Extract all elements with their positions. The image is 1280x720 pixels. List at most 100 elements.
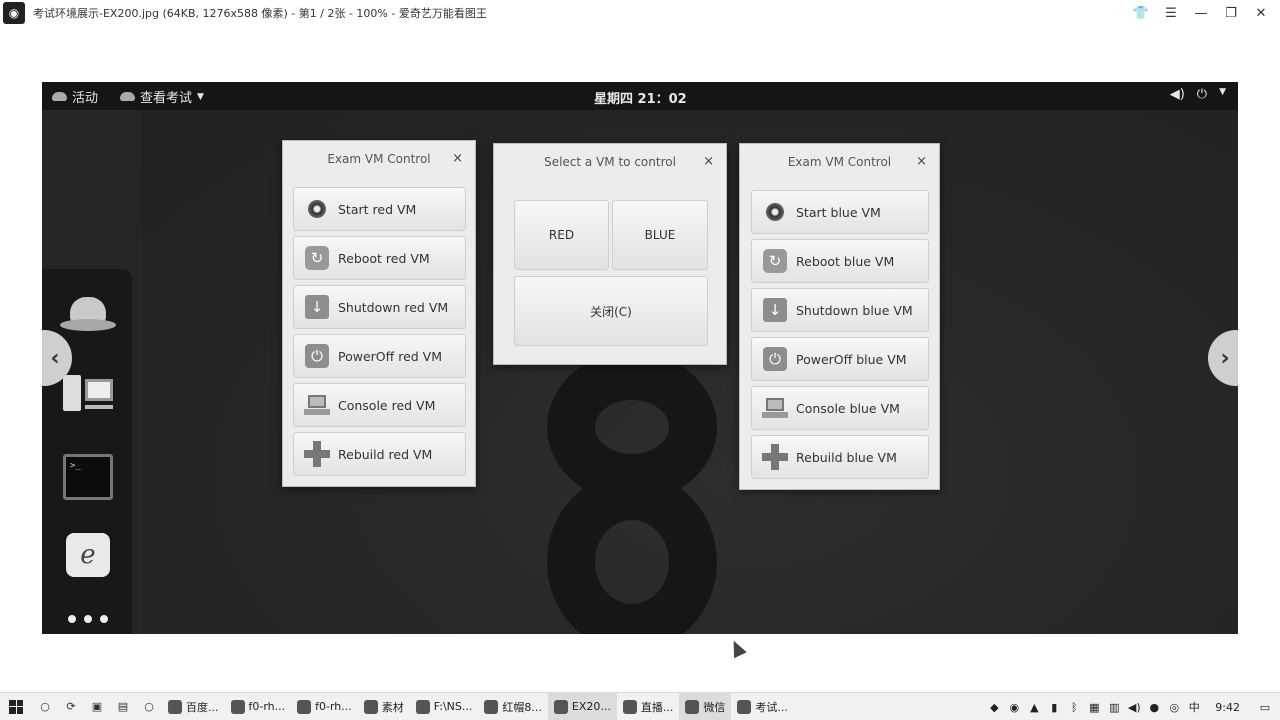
start-red-vm-button[interactable]: Start red VM [293,187,466,231]
viewer-window-controls: 👕 ☰ — ❐ ✕ [1130,2,1272,24]
button-label: Console red VM [338,397,436,413]
gnome-top-bar: 活动 查看考试 ▼ 星期四 21：02 ◀) ⏻ ▼ [42,82,1238,110]
rebuild-red-vm-button[interactable]: Rebuild red VM [293,432,466,476]
computer-icon [61,375,115,415]
restore-icon[interactable]: ❐ [1220,2,1242,24]
editor-icon: e [66,533,110,577]
taskbar-item[interactable]: f0-rh... [291,693,358,720]
ime-icon[interactable]: 中 [1187,700,1201,714]
chevron-down-icon: ▼ [1219,87,1226,97]
poweroff-blue-vm-button[interactable]: ⏻ PowerOff blue VM [751,337,929,381]
start-button[interactable] [0,693,32,720]
chevron-left-icon: ‹ [50,345,60,371]
tray-app-icon[interactable]: ● [1147,700,1161,714]
rhel8-logo [537,352,727,634]
taskbar-item[interactable]: F:\NS... [410,693,479,720]
poweroff-red-vm-button[interactable]: ⏻ PowerOff red VM [293,334,466,378]
minimize-icon[interactable]: — [1190,2,1212,24]
close-icon[interactable]: × [452,151,463,166]
select-red-button[interactable]: RED [514,200,609,270]
console-red-vm-button[interactable]: Console red VM [293,383,466,427]
terminal-icon: >_ [63,454,113,500]
taskbar-item[interactable]: 红帽8... [478,693,548,720]
windows-taskbar: ○ ⟳ ▣ ▤ ○ 百度... f0-rh... f0-rh... 素材 F:\… [0,692,1280,720]
taskbar-item[interactable]: EX20... [547,692,617,720]
app-icon[interactable]: ▤ [110,693,136,720]
shutdown-red-vm-button[interactable]: ↓ Shutdown red VM [293,285,466,329]
show-applications-button[interactable] [68,615,108,623]
cortana-icon[interactable]: ○ [136,693,162,720]
search-icon[interactable]: ○ [32,693,58,720]
start-icon [304,196,330,222]
viewer-title: 考试环境展示-EX200.jpg (64KB, 1276x588 像素) - 第… [33,7,487,20]
system-status-area[interactable]: ◀) ⏻ ▼ [1170,87,1226,102]
blue-vm-control-dialog: Exam VM Control × Start blue VM ↻ Reboot… [739,143,940,490]
tray-app-icon[interactable]: ▦ [1087,700,1101,714]
wechat-icon[interactable]: ◎ [1167,700,1181,714]
menu-icon[interactable]: ☰ [1160,2,1182,24]
app-icon [553,699,568,714]
button-label: Start red VM [338,201,417,217]
close-icon[interactable]: × [703,154,714,169]
refresh-icon[interactable]: ⟳ [58,693,84,720]
taskbar-clock[interactable]: 9:42 [1215,701,1240,714]
redhat-icon [120,92,135,101]
button-label: Console blue VM [796,400,900,416]
close-icon[interactable]: × [916,154,927,169]
shutdown-blue-vm-button[interactable]: ↓ Shutdown blue VM [751,288,929,332]
bluetooth-icon[interactable]: ᛒ [1067,700,1081,714]
taskbar-item[interactable]: 素材 [358,693,410,720]
taskbar-item[interactable]: 考试... [731,693,794,720]
volume-icon[interactable]: ◀) [1127,700,1141,714]
app-menu[interactable]: 查看考试 ▼ [120,87,204,106]
screenshot-stage: 活动 查看考试 ▼ 星期四 21：02 ◀) ⏻ ▼ >_ e ‹ › Exam… [42,82,1238,634]
volume-icon: ◀) [1169,87,1185,102]
close-button[interactable]: 关闭(C) [514,276,708,346]
chevron-right-icon: › [1220,345,1230,371]
dock-item-terminal[interactable]: >_ [60,449,116,505]
shirt-icon[interactable]: 👕 [1130,2,1152,24]
network-icon[interactable]: ▥ [1107,700,1121,714]
button-label: Reboot red VM [338,250,430,266]
mouse-cursor-icon [727,637,747,659]
button-label: Shutdown blue VM [796,302,913,318]
top-bar-clock[interactable]: 星期四 21：02 [594,88,687,107]
rebuild-blue-vm-button[interactable]: Rebuild blue VM [751,435,929,479]
microphone-icon[interactable]: ▮ [1047,700,1061,714]
reboot-blue-vm-button[interactable]: ↻ Reboot blue VM [751,239,929,283]
button-label: PowerOff red VM [338,348,443,364]
start-blue-vm-button[interactable]: Start blue VM [751,190,929,234]
reboot-red-vm-button[interactable]: ↻ Reboot red VM [293,236,466,280]
select-blue-button[interactable]: BLUE [612,200,708,270]
dock-item-redhat[interactable] [60,289,116,345]
console-blue-vm-button[interactable]: Console blue VM [751,386,929,430]
button-label: Shutdown red VM [338,299,449,315]
dialog-title: Exam VM Control [327,152,431,166]
activities-label: 活动 [72,91,99,106]
taskbar-item[interactable]: 百度... [162,693,225,720]
activities-button[interactable]: 活动 [52,87,98,106]
poweroff-icon: ⏻ [762,346,788,372]
app-icon[interactable]: ▣ [84,693,110,720]
dialog-title: Select a VM to control [544,155,676,169]
dock-item-editor[interactable]: e [60,527,116,583]
tray-app-icon[interactable]: ◉ [1007,700,1021,714]
taskbar-item[interactable]: 直播... [617,693,680,720]
app-icon [168,699,182,714]
app-icon [622,699,637,714]
tray-app-icon[interactable]: ▲ [1027,700,1041,714]
tray-app-icon[interactable]: ◆ [987,700,1001,714]
taskbar-item[interactable]: f0-rh... [225,693,292,720]
dock-item-computer[interactable] [60,367,116,423]
close-icon[interactable]: ✕ [1250,2,1272,24]
windows-logo-icon [9,699,23,714]
button-label: PowerOff blue VM [796,351,907,367]
notification-icon[interactable]: ▭ [1258,700,1272,714]
taskbar-item[interactable]: 微信 [679,692,732,720]
shutdown-icon: ↓ [762,297,788,323]
poweroff-icon: ⏻ [304,343,330,369]
red-vm-control-dialog: Exam VM Control × Start red VM ↻ Reboot … [282,140,476,487]
shutdown-icon: ↓ [304,294,330,320]
system-tray: ◆ ◉ ▲ ▮ ᛒ ▦ ▥ ◀) ● ◎ 中 9:42 ▭ [987,693,1280,720]
app-icon [737,699,752,714]
